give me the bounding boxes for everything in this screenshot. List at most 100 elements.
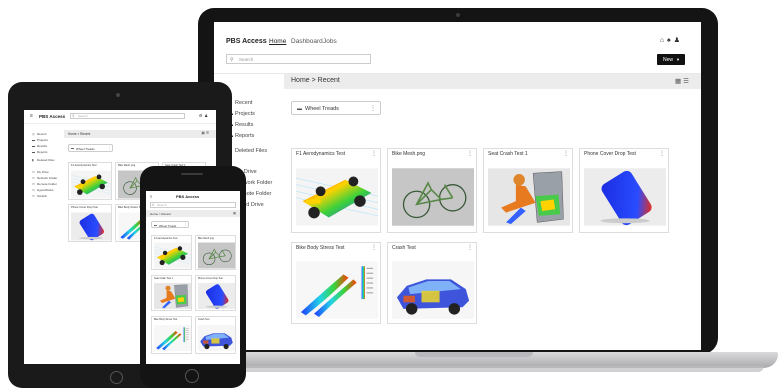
folder-icon: ▬ <box>297 106 302 112</box>
kebab-icon[interactable]: ⋮ <box>184 222 187 226</box>
sidebar-item-my-drive[interactable]: ▭My Drive <box>32 170 49 174</box>
search-icon: ⚲ <box>72 114 75 118</box>
laptop-base-shadow <box>180 366 764 372</box>
file-card[interactable]: Seat Crash Test 1 ⋮ <box>483 148 573 233</box>
list-view-icon[interactable]: ☰ <box>683 78 691 85</box>
sidebar-item-network-folder[interactable]: ▭Network Folder <box>32 176 57 180</box>
sidebar-item-reports[interactable]: ▬Reports <box>32 150 48 154</box>
search-input[interactable]: ⚲ Search <box>70 113 185 119</box>
nav-home[interactable]: Home <box>269 38 286 45</box>
sidebar-item-hyperworks[interactable]: ▭ HyperWorks <box>32 188 53 192</box>
card-title: Bike Mesh.png <box>118 164 136 167</box>
thumbnail-image <box>584 165 666 229</box>
folder-item[interactable]: ▬ Wheel Treads ⋮ <box>68 144 113 152</box>
user-icon[interactable]: ♟ <box>674 37 683 44</box>
card-title: Bike Body Stress Test <box>154 318 178 321</box>
file-card[interactable]: F1 Aerodynamics Test <box>68 162 112 200</box>
main-content: Home > Recent ▦☰ ▬ Wheel Treads ⋮ F1 Aer… <box>284 74 701 350</box>
view-toggle: ▦☰ <box>675 77 691 85</box>
hamburger-menu-icon[interactable]: ≡ <box>150 194 152 199</box>
card-title: Crash Test <box>392 245 416 251</box>
breadcrumb-bar: Home > Recent ▦☰ <box>284 74 701 89</box>
grid-view-icon[interactable]: ▦ <box>675 78 683 85</box>
kebab-icon[interactable]: ⋮ <box>370 105 376 112</box>
laptop-camera <box>456 13 460 17</box>
kebab-icon[interactable]: ⋮ <box>467 244 473 251</box>
sidebar-item-label: Results <box>37 144 48 148</box>
thumbnail-image <box>71 170 111 199</box>
card-title: Seat Crash Test 1 <box>488 151 528 157</box>
sidebar-item-deleted-files[interactable]: ▮Deleted Files <box>228 148 267 154</box>
file-card[interactable]: Bike Body Stress Test <box>151 316 192 354</box>
kebab-icon[interactable]: ⋮ <box>659 150 665 157</box>
breadcrumb: Home > Recent <box>291 77 340 84</box>
sidebar-item-label: Deleted Files <box>235 148 268 154</box>
sidebar-item-label: Reports <box>235 133 255 139</box>
file-card[interactable]: Bike Body Stress Test ⋮ <box>291 242 381 324</box>
sidebar-item-label: Reports <box>37 150 48 154</box>
sidebar-item-remote-folder[interactable]: ▭Remote Folder <box>32 182 57 186</box>
hamburger-menu-icon[interactable]: ≡ <box>30 113 33 119</box>
file-card[interactable]: Crash Test <box>195 316 236 354</box>
sidebar-item-scratch[interactable]: ▭ Scratch <box>32 194 47 198</box>
file-card[interactable]: Phone Cover Drop Test <box>195 275 236 311</box>
file-card[interactable]: Seat Crash Test 1 <box>151 275 192 311</box>
card-title: Crash Test <box>198 318 210 321</box>
phone-screen: ≡ PBS Access ⚲ Search Home > Recent ▦ ▬ … <box>146 191 240 364</box>
tablet-camera <box>116 93 120 97</box>
phone-home-button[interactable] <box>185 369 199 383</box>
nav-jobs[interactable]: Jobs <box>323 38 337 45</box>
folder-item[interactable]: ▬ Wheel Treads ⋮ <box>291 101 381 115</box>
file-card[interactable]: F1 Aerodynamics Test ⋮ <box>291 148 381 233</box>
file-card[interactable]: F1 Aerodynamics Test <box>151 235 192 270</box>
folder-label: Wheel Treads <box>76 147 95 151</box>
kebab-icon[interactable]: ⋮ <box>467 150 473 157</box>
tablet-home-button[interactable] <box>110 371 123 384</box>
file-card[interactable]: Phone Cover Drop Test ⋮ <box>579 148 669 233</box>
sidebar-item-label: My Drive <box>37 170 49 174</box>
sidebar-item-deleted-files[interactable]: ▮Deleted Files <box>32 158 55 162</box>
kebab-icon[interactable]: ⋮ <box>563 150 569 157</box>
kebab-icon[interactable]: ⋮ <box>371 150 377 157</box>
grid-view-icon[interactable]: ▦ <box>233 211 236 215</box>
thumbnail-image <box>154 323 191 353</box>
thumbnail-image <box>71 212 111 241</box>
folder-label: Wheel Treads <box>305 106 339 112</box>
folder-item[interactable]: ▬ Wheel Treads ⋮ <box>151 221 189 228</box>
card-title: F1 Aerodynamics Test <box>296 151 346 157</box>
tablet-top-bar: ≡ PBS Access ⚲ Search ⚙♟ <box>24 110 216 124</box>
bell-icon[interactable]: ♠ <box>667 37 674 44</box>
thumbnail-image <box>392 165 474 229</box>
tablet-sidebar: ◷ Recent ▬ Projects ▬ Results ▬ Reports ▮ Del… <box>24 124 64 364</box>
folder-icon: ▬ <box>71 146 74 150</box>
sidebar-item-projects[interactable]: ▬Projects <box>32 138 48 142</box>
new-button[interactable]: New ▼ <box>657 54 685 65</box>
list-view-icon[interactable]: ☰ <box>206 131 210 135</box>
sidebar-item-results[interactable]: ▬Results <box>32 144 47 148</box>
brand-title: PBS Access <box>226 38 267 45</box>
file-card[interactable]: Bike Mesh.png ⋮ <box>387 148 477 233</box>
search-icon: ⚲ <box>152 203 155 207</box>
sidebar-item-projects[interactable]: ▬Projects <box>228 111 255 117</box>
breadcrumb: Home > Recent <box>68 132 91 136</box>
nav-dashboard[interactable]: Dashboard <box>291 38 323 45</box>
card-title: Phone Cover Drop Test <box>71 206 98 209</box>
user-icon[interactable]: ♟ <box>204 113 210 118</box>
file-card[interactable]: Phone Cover Drop Test <box>68 204 112 242</box>
search-input[interactable]: ⚲ Search <box>226 54 371 64</box>
sidebar-item-recent[interactable]: ◷Recent <box>32 132 47 136</box>
file-card[interactable]: Crash Test ⋮ <box>387 242 477 324</box>
card-title: F1 Aerodynamics Test <box>154 237 178 240</box>
home-icon[interactable]: ⌂ <box>660 37 667 44</box>
kebab-icon[interactable]: ⋮ <box>108 146 112 150</box>
folder-icon: ▬ <box>154 223 157 227</box>
phone-speaker <box>181 173 203 175</box>
laptop-notch <box>415 352 533 357</box>
sidebar-item-label: HyperWorks <box>37 188 54 192</box>
thumbnail-image <box>296 165 378 229</box>
file-card[interactable]: Bike Mesh.png <box>195 235 236 270</box>
search-input[interactable]: ⚲ Search <box>150 202 236 208</box>
sidebar-item-label: Remote Folder <box>37 182 57 186</box>
kebab-icon[interactable]: ⋮ <box>371 244 377 251</box>
thumbnail-image <box>154 282 191 310</box>
